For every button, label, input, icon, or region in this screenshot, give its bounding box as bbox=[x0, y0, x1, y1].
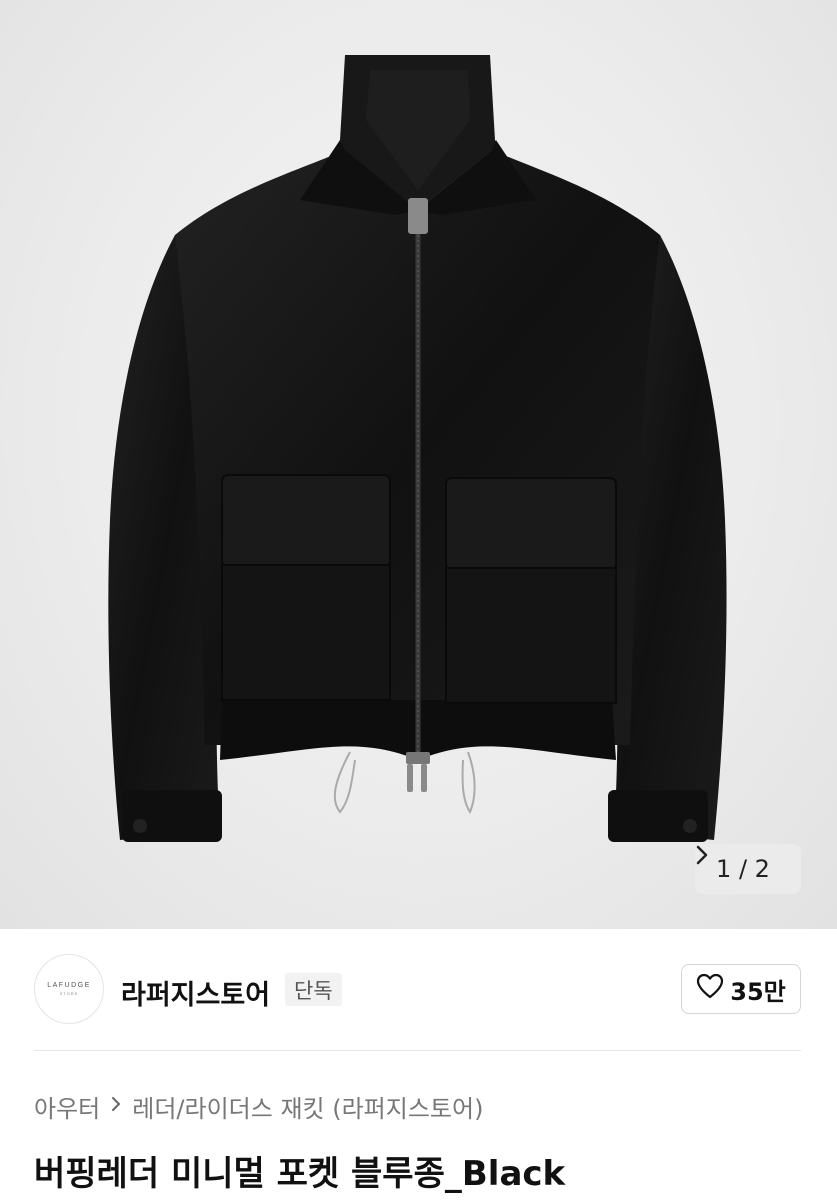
product-title: 버핑레더 미니멀 포켓 블루종_Black bbox=[34, 1154, 566, 1194]
store-logo-text: LAFUDGE bbox=[47, 982, 91, 989]
store-logo-subtext: STORE bbox=[59, 991, 79, 996]
divider bbox=[34, 1050, 801, 1051]
product-image-carousel[interactable]: 1 / 2 bbox=[0, 0, 837, 929]
breadcrumb-category[interactable]: 아우터 bbox=[34, 1089, 100, 1124]
image-counter[interactable]: 1 / 2 bbox=[695, 844, 801, 894]
breadcrumb-subcategory[interactable]: 레더/라이더스 재킷 (라퍼지스토어) bbox=[132, 1089, 483, 1124]
like-button[interactable]: 35만 bbox=[681, 964, 801, 1014]
chevron-right-icon bbox=[110, 1094, 122, 1120]
jacket-image bbox=[108, 55, 727, 842]
exclusive-badge: 단독 bbox=[285, 973, 342, 1006]
image-counter-text: 1 / 2 bbox=[716, 855, 770, 883]
store-avatar[interactable]: LAFUDGE STORE bbox=[34, 954, 104, 1024]
heart-outline-icon bbox=[696, 973, 724, 1005]
breadcrumb: 아우터 레더/라이더스 재킷 (라퍼지스토어) bbox=[34, 1089, 483, 1124]
like-count: 35만 bbox=[730, 977, 786, 1006]
store-info-row: LAFUDGE STORE 라퍼지스토어 단독 35만 bbox=[0, 929, 837, 1051]
store-name[interactable]: 라퍼지스토어 bbox=[121, 973, 270, 1012]
